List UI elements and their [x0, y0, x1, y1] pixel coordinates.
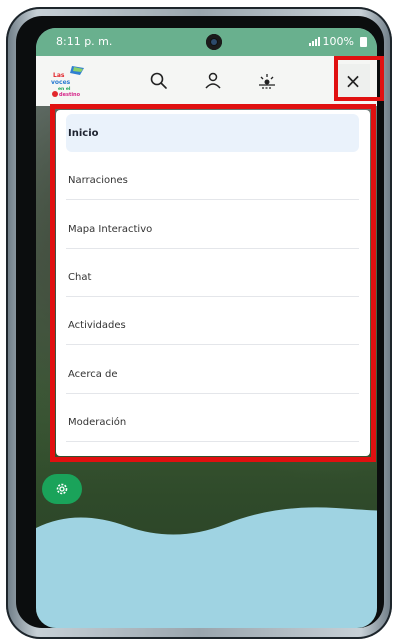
- logo-text-4: destino: [59, 92, 81, 98]
- menu-highlight-frame: [50, 104, 376, 462]
- app-header: Las voces en el destino ×: [36, 56, 377, 106]
- gear-icon: [56, 483, 68, 495]
- sun-icon[interactable]: [256, 70, 278, 92]
- front-camera-icon: [206, 34, 222, 50]
- status-bar: 8:11 p. m. 100%: [36, 28, 377, 56]
- search-icon[interactable]: [148, 70, 170, 92]
- wave-footer: [36, 507, 377, 628]
- logo-text-2: voces: [51, 79, 71, 86]
- status-time: 8:11 p. m.: [56, 35, 113, 48]
- signal-icon: [308, 37, 320, 46]
- app-logo[interactable]: Las voces en el destino: [50, 64, 88, 98]
- user-icon[interactable]: [202, 70, 224, 92]
- logo-text-1: Las: [53, 72, 65, 79]
- battery-percentage: 100%: [322, 35, 354, 48]
- settings-button[interactable]: [42, 474, 82, 504]
- close-highlight-frame: [334, 56, 384, 101]
- battery-icon: [360, 36, 367, 47]
- status-indicators: 100%: [308, 35, 367, 48]
